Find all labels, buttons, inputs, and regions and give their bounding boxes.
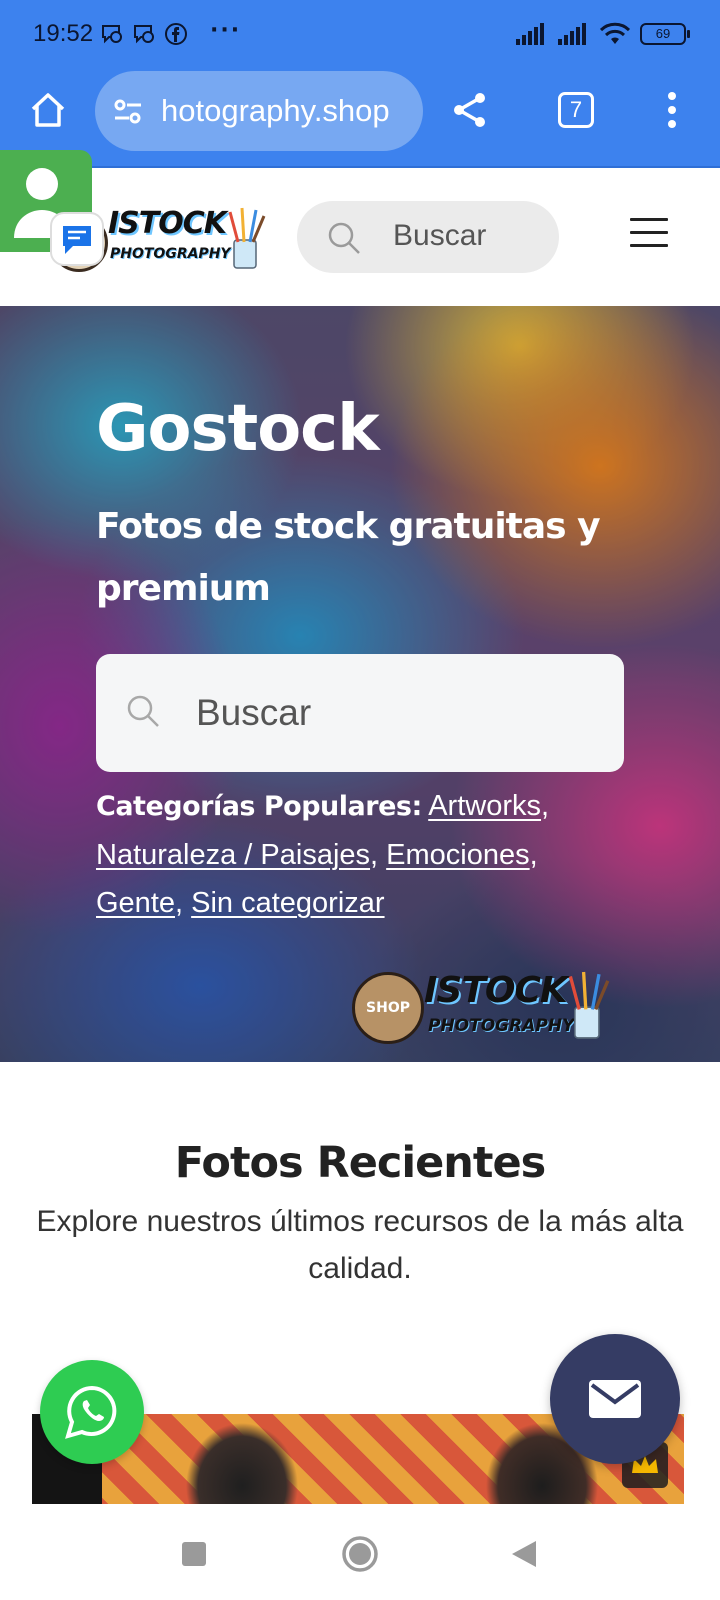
home-nav-button[interactable] (340, 1534, 380, 1574)
status-bar: 19:52 ··· 69 (0, 0, 720, 66)
messenger-chat-icon (134, 25, 154, 44)
address-bar[interactable]: hotography.shop (95, 71, 423, 151)
category-link-gente[interactable]: Gente (96, 887, 175, 919)
paint-brushes-icon (228, 207, 266, 269)
category-link-emociones[interactable]: Emociones (386, 839, 529, 871)
signal-strength-icon-2 (558, 23, 586, 45)
notification-icons: ··· (100, 18, 241, 46)
category-link-artworks[interactable]: Artworks (428, 790, 541, 822)
popular-categories: Categorías Populares: Artworks, Naturale… (96, 790, 550, 919)
back-button[interactable] (504, 1534, 544, 1574)
whatsapp-icon (65, 1385, 117, 1439)
wifi-icon (600, 22, 630, 44)
hero-banner: Gostock Fotos de stock gratuitas y premi… (0, 306, 720, 1062)
category-link-naturaleza[interactable]: Naturaleza / Paisajes (96, 839, 370, 871)
search-icon (127, 695, 159, 727)
battery-icon: 69 (640, 23, 690, 45)
tabs-button[interactable]: 7 (550, 84, 602, 136)
watermark-text-primary: ISTOCK (424, 970, 568, 1011)
site-settings-icon[interactable] (111, 95, 145, 129)
paint-brushes-icon (568, 971, 610, 1039)
browser-menu-button[interactable] (646, 84, 698, 136)
facebook-icon (165, 23, 187, 45)
hero-title: Gostock (96, 392, 380, 466)
logo-text-primary: ISTOCK (108, 206, 227, 241)
recent-photos-title: Fotos Recientes (174, 1138, 546, 1188)
status-time: 19:52 (33, 20, 94, 47)
tab-count-badge: 7 (558, 92, 594, 128)
more-vert-icon (668, 92, 676, 128)
header-search-placeholder[interactable]: Buscar (393, 219, 486, 253)
watermark-badge: SHOP (352, 972, 424, 1044)
header-search-bar[interactable]: Buscar (297, 201, 559, 273)
whatsapp-button[interactable] (40, 1360, 144, 1464)
hero-watermark-logo: SHOP ISTOCK PHOTOGRAPHY (352, 966, 622, 1046)
home-icon (31, 93, 65, 127)
share-button[interactable] (444, 84, 496, 136)
hero-search-bar[interactable]: Buscar (96, 654, 624, 772)
messages-app-bubble[interactable] (50, 212, 104, 266)
recents-button[interactable] (174, 1534, 214, 1574)
share-icon (454, 93, 485, 127)
square-recents-icon (182, 1542, 206, 1566)
system-status-icons: 69 (516, 22, 690, 46)
category-link-sin-categorizar[interactable]: Sin categorizar (191, 887, 384, 919)
circle-home-icon (342, 1536, 378, 1572)
categories-label: Categorías Populares: (96, 791, 422, 822)
mail-icon (589, 1380, 641, 1418)
email-contact-button[interactable] (550, 1334, 680, 1464)
url-text[interactable]: hotography.shop (161, 93, 411, 129)
signal-strength-icon (516, 23, 544, 45)
browser-toolbar: hotography.shop 7 (0, 66, 720, 168)
voicemail-chat-icon (102, 25, 122, 44)
more-notifications-dots: ··· (210, 17, 242, 43)
search-icon (328, 222, 360, 254)
triangle-back-icon (512, 1541, 536, 1567)
watermark-text-secondary: PHOTOGRAPHY (428, 1016, 575, 1036)
hero-search-placeholder[interactable]: Buscar (196, 692, 311, 734)
site-header: ISTOCK PHOTOGRAPHY Buscar (0, 168, 720, 306)
logo-text-secondary: PHOTOGRAPHY (110, 246, 231, 262)
hamburger-menu-icon[interactable] (630, 218, 668, 252)
home-button[interactable] (22, 84, 74, 136)
system-navigation-bar (0, 1504, 720, 1600)
hero-subtitle: Fotos de stock gratuitas y premium (96, 506, 601, 609)
recent-photos-description: Explore nuestros últimos recursos de la … (36, 1205, 684, 1285)
chat-bubble-icon (63, 226, 91, 254)
